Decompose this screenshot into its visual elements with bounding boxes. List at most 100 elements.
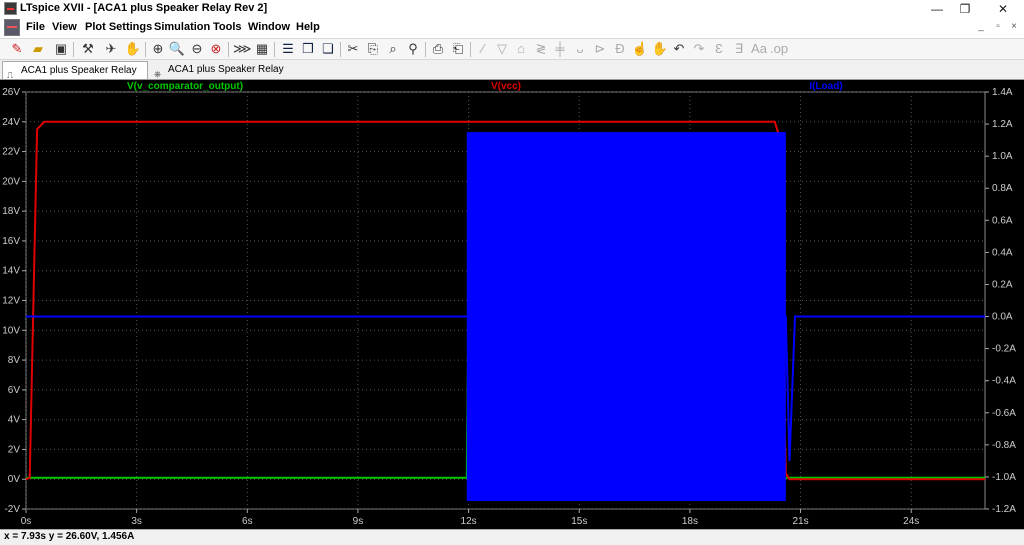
menu-tools[interactable]: Tools [213,21,242,33]
ground-icon[interactable]: ▽ [493,40,511,58]
toolbar-separator [470,42,471,57]
x-tick-label: 9s [353,516,364,527]
undo-icon[interactable]: ↶ [670,40,688,58]
rotate-icon[interactable]: Ɛ [710,40,728,58]
x-tick-label: 12s [461,516,477,527]
zoom-cancel-icon[interactable]: ⊗ [207,40,225,58]
tile-horizontal-icon[interactable]: ☰ [279,40,297,58]
print-icon[interactable]: ⎙ [429,40,447,58]
y-tick-label-left: 18V [2,206,20,217]
menu-view[interactable]: View [52,21,77,33]
y-tick-label-left: 16V [2,236,20,247]
ltspice-app-icon [4,2,17,15]
y-tick-label-right: 1.4A [992,87,1013,98]
x-tick-label: 15s [571,516,587,527]
spice-directive-icon[interactable]: .op [770,40,788,58]
move-icon[interactable]: ☝ [631,40,649,58]
component-icon[interactable]: Ð [611,40,629,58]
new-schematic-icon[interactable]: ✎ [8,40,26,58]
copy-icon[interactable]: ⎘ [364,40,382,58]
x-tick-label: 18s [682,516,698,527]
trace-label-v-vcc[interactable]: V(vcc) [491,81,521,92]
menu-help[interactable]: Help [296,21,320,33]
y-tick-label-left: 10V [2,325,20,336]
toolbar-separator [145,42,146,57]
run-icon[interactable]: ✈ [102,40,120,58]
control-panel-icon[interactable]: ⚒ [79,40,97,58]
mirror-icon[interactable]: ∃ [730,40,748,58]
toolbar-separator [228,42,229,57]
toolbar-separator [425,42,426,57]
y-tick-label-left: -2V [4,504,20,515]
y-tick-label-left: 12V [2,296,20,307]
y-tick-label-right: 0.4A [992,247,1013,258]
capacitor-icon[interactable]: ╪ [551,40,569,58]
trace-label-v-v-comparator-output[interactable]: V(v_comparator_output) [127,81,243,92]
y-tick-label-left: 2V [8,444,21,455]
mdi-close-button[interactable]: × [1005,21,1023,32]
y-tick-label-left: 0V [8,474,21,485]
zoom-in-icon[interactable]: 🔍 [168,40,186,58]
save-icon[interactable]: ▣ [52,40,70,58]
trace-label-i-load[interactable]: I(Load) [809,81,842,92]
text-icon[interactable]: Aa [750,40,768,58]
resistor-icon[interactable]: ≷ [532,40,550,58]
zoom-out-icon[interactable]: ⊖ [188,40,206,58]
open-icon[interactable]: ▰ [29,40,47,58]
x-tick-label: 0s [21,516,32,527]
y-tick-label-right: -0.4A [992,376,1016,387]
y-tick-label-left: 6V [8,385,21,396]
toolbar-separator [274,42,275,57]
tab-bar: ⎍ ACA1 plus Speaker Relay Rev 2 ⎈ ACA1 p… [0,60,1024,94]
waveform-plot[interactable]: 0s 3s 6s 9s 12s 15s 18s 21s 24s 26V 24V 22V 20V 18V 16… [0,80,1024,529]
zoom-full-icon[interactable]: ⊕ [149,40,167,58]
y-tick-label-left: 22V [2,147,20,158]
redo-icon[interactable]: ↷ [690,40,708,58]
autorange-icon[interactable]: ⋙ [233,40,252,58]
y-tick-label-right: 1.0A [992,151,1013,162]
y-tick-label-right: 0.2A [992,279,1013,290]
area-icon[interactable]: ▦ [253,40,271,58]
title-bar: LTspice XVII - [ACA1 plus Speaker Relay … [0,0,1024,18]
find-icon[interactable]: ⌕ [384,40,402,58]
toolbar-separator [340,42,341,57]
mdi-minimize-button[interactable]: _ [972,21,990,32]
x-tick-label: 3s [131,516,142,527]
menu-file[interactable]: File [26,21,45,33]
menu-bar: File View Plot Settings Simulation Tools… [0,18,1024,38]
menu-simulation[interactable]: Simulation [154,21,210,33]
restore-button[interactable]: ❐ [948,0,982,18]
menu-window[interactable]: Window [248,21,290,33]
x-tick-label: 6s [242,516,253,527]
cursor-readout: x = 7.93s y = 26.60V, 1.456A [4,531,135,542]
window-title: LTspice XVII - [ACA1 plus Speaker Relay … [20,2,268,14]
inductor-icon[interactable]: ᴗ [571,40,589,58]
toolbar-separator [73,42,74,57]
tab-waveform[interactable]: ⎍ ACA1 plus Speaker Relay Rev 2 [2,61,148,94]
wire-icon[interactable]: ∕ [474,40,492,58]
print-preview-icon[interactable]: ⎗ [449,40,467,58]
y-tick-label-right: 1.2A [992,119,1013,130]
y-tick-label-right: -0.8A [992,440,1016,451]
document-icon[interactable] [4,19,20,36]
y-tick-label-right: -0.6A [992,408,1016,419]
y-tick-label-right: 0.6A [992,215,1013,226]
x-tick-label: 21s [793,516,809,527]
tile-vertical-icon[interactable]: ❒ [299,40,317,58]
halt-icon[interactable]: ✋ [124,40,142,58]
waveform-chart-svg[interactable]: 0s 3s 6s 9s 12s 15s 18s 21s 24s 26V 24V 22V 20V 18V 16… [0,80,1024,529]
diode-icon[interactable]: ⊳ [591,40,609,58]
menu-plot-settings[interactable]: Plot Settings [85,21,152,33]
cut-icon[interactable]: ✂ [344,40,362,58]
y-tick-label-right: 0.8A [992,183,1013,194]
y-tick-label-left: 26V [2,87,20,98]
tab-schematic[interactable]: ⎈ ACA1 plus Speaker Relay Rev 2 [150,61,300,93]
drag-icon[interactable]: ✋ [651,40,669,58]
label-icon[interactable]: ⌂ [512,40,530,58]
y-tick-label-right: 0.0A [992,312,1013,323]
y-tick-label-left: 14V [2,266,20,277]
find-icon[interactable]: ⚲ [404,40,422,58]
cascade-icon[interactable]: ❏ [319,40,337,58]
close-button[interactable]: ✕ [986,0,1020,18]
x-tick-label: 24s [903,516,919,527]
